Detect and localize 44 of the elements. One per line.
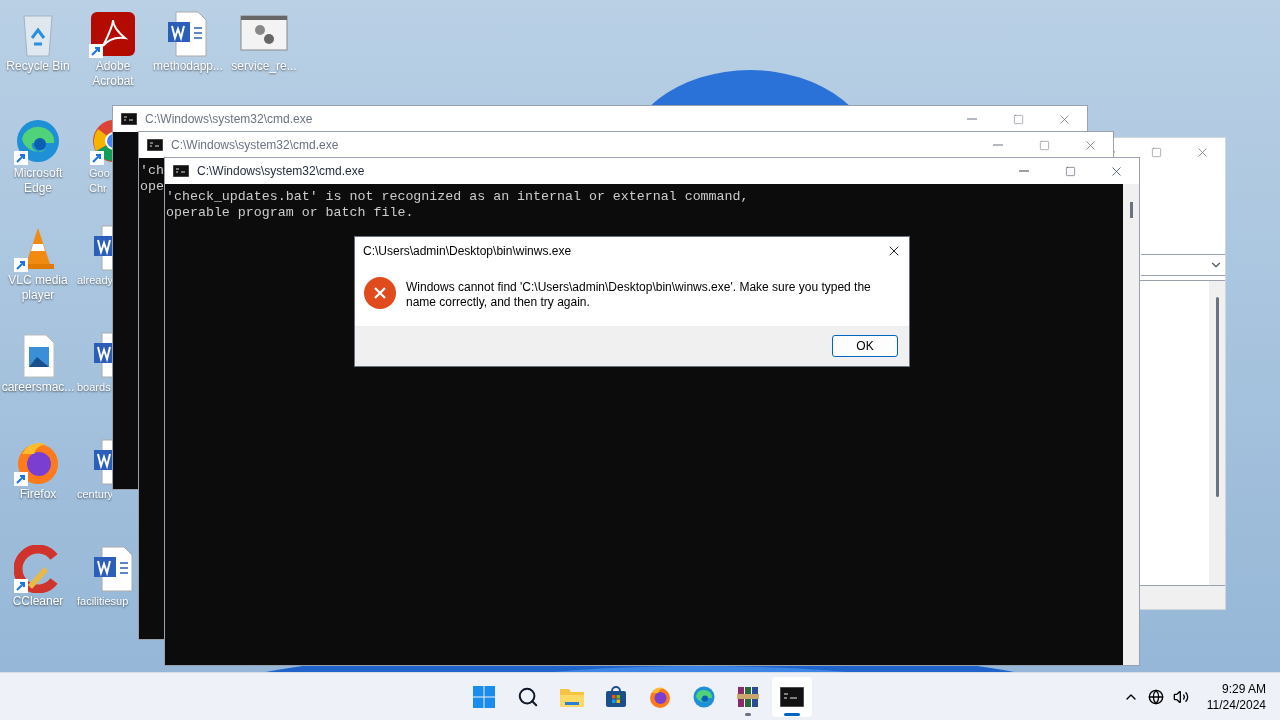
archive-icon <box>736 684 760 709</box>
maximize-icon <box>1038 139 1050 151</box>
desktop-shortcut[interactable]: methodapp... <box>152 8 224 74</box>
ok-button[interactable]: OK <box>832 335 898 357</box>
minimize-icon <box>993 144 1003 146</box>
scrollbar[interactable] <box>1123 184 1139 665</box>
dropdown[interactable] <box>1141 254 1225 276</box>
dialog-title: C:\Users\admin\Desktop\bin\winws.exe <box>363 243 573 260</box>
terminal-icon <box>173 165 189 177</box>
clock[interactable]: 9:29 AM 11/24/2024 <box>1206 680 1266 713</box>
maximize-icon <box>1150 146 1162 158</box>
maximize-icon <box>1064 165 1076 177</box>
desktop-shortcut[interactable]: Adobe Acrobat <box>89 8 137 89</box>
desktop-shortcut[interactable]: facilitiesup <box>76 543 138 609</box>
window-title: C:\Windows\system32\cmd.exe <box>171 137 340 154</box>
desktop-shortcut[interactable]: VLC media player <box>8 222 68 303</box>
grid-logo-icon <box>472 684 496 709</box>
console-line: operable program or batch file. <box>166 205 414 221</box>
shopping-bag-icon <box>605 685 627 708</box>
console-line: 'check_updates.bat' is not recognized as an internal or external command, <box>166 189 749 205</box>
wave-logo-icon <box>692 684 716 709</box>
window-title: C:\Windows\system32\cmd.exe <box>145 111 314 128</box>
desktop-shortcut[interactable]: CCleaner <box>12 543 64 609</box>
taskbar-button[interactable] <box>772 676 812 717</box>
error-message: Windows cannot find 'C:\Users\admin\Desktop\bin\winws.exe'. Make sure you typed the name correctly, and then try again. <box>406 279 872 310</box>
desktop-shortcut[interactable]: Recycle Bin <box>6 8 70 74</box>
minimize-icon <box>1019 170 1029 172</box>
terminal-icon <box>121 113 137 125</box>
desktop-shortcut[interactable]: Microsoft Edge <box>13 115 63 196</box>
window-title: C:\Windows\system32\cmd.exe <box>197 163 366 180</box>
error-icon <box>364 277 396 309</box>
desktop-shortcut[interactable]: Firefox <box>14 436 62 502</box>
desktop-shortcut[interactable]: careersmac... <box>1 329 75 395</box>
console-line: 'ch <box>140 163 164 179</box>
console-line: ope <box>140 179 164 195</box>
minimize-icon <box>967 118 977 120</box>
terminal-icon <box>147 139 163 151</box>
scrollbar[interactable] <box>1209 281 1225 585</box>
desktop-shortcut[interactable]: service_re... <box>231 8 297 74</box>
globe-icon <box>1147 688 1164 705</box>
speaker-icon <box>1172 688 1189 705</box>
maximize-icon <box>1012 113 1024 125</box>
terminal-icon <box>780 686 804 707</box>
search-icon <box>517 685 539 708</box>
